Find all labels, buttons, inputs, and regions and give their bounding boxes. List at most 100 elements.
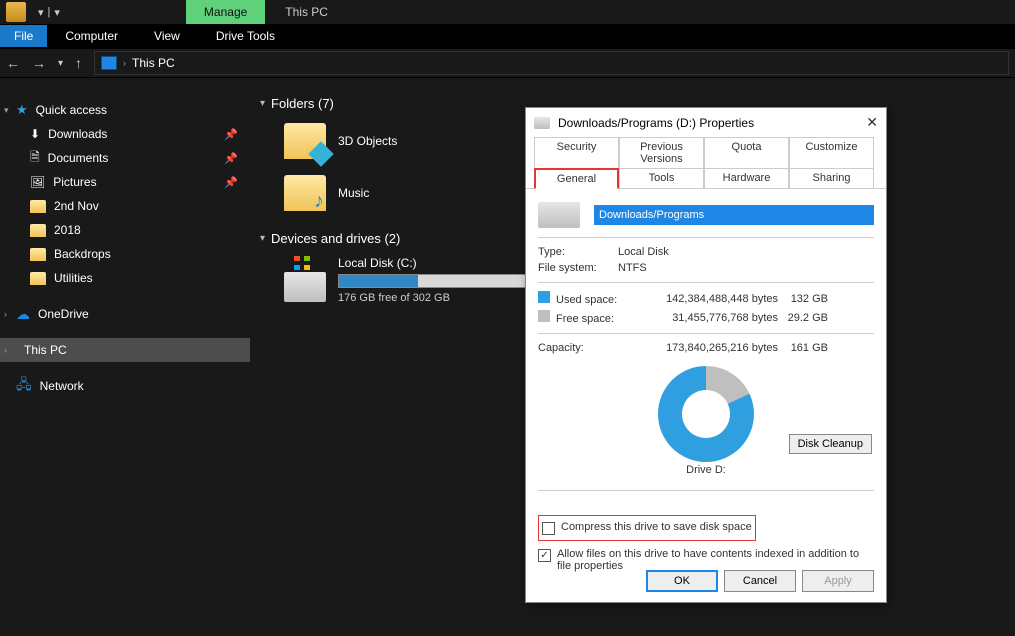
group-title: Devices and drives (2) — [271, 231, 400, 246]
index-label: Allow files on this drive to have conten… — [557, 548, 874, 572]
free-space-label: Free space: — [538, 310, 618, 325]
manage-context-tab[interactable]: Manage — [186, 0, 265, 24]
qat-overflow-icon[interactable]: ▾ — [54, 6, 60, 19]
sidebar-item-2nd-nov[interactable]: 2nd Nov — [0, 194, 250, 218]
sidebar-item-label: Downloads — [48, 127, 107, 141]
apply-button[interactable]: Apply — [802, 570, 874, 592]
recent-locations-icon[interactable]: ▾ — [52, 58, 69, 69]
compress-label: Compress this drive to save disk space — [561, 521, 752, 533]
checkbox-icon[interactable] — [542, 522, 555, 535]
chevron-down-icon: ▾ — [260, 233, 265, 244]
free-space-gb: 29.2 GB — [778, 312, 828, 324]
sidebar-item-utilities[interactable]: Utilities — [0, 266, 250, 290]
navigation-bar: ← → ▾ ↑ › This PC — [0, 48, 1015, 78]
drive-tools-tab[interactable]: Drive Tools — [198, 25, 293, 47]
drive-name-input[interactable] — [594, 205, 874, 225]
address-bar[interactable]: › This PC — [94, 51, 1009, 75]
tab-customize[interactable]: Customize — [789, 137, 874, 169]
sidebar-item-pictures[interactable]: 🖼Pictures📌 — [0, 170, 250, 194]
compress-highlight: Compress this drive to save disk space — [538, 515, 756, 541]
tab-security[interactable]: Security — [534, 137, 619, 169]
tab-tools[interactable]: Tools — [619, 168, 704, 189]
up-button[interactable]: ↑ — [69, 55, 88, 71]
windows-logo-icon — [294, 256, 310, 270]
disk-cleanup-button[interactable]: Disk Cleanup — [789, 434, 872, 454]
capacity-label: Capacity: — [538, 342, 618, 354]
chevron-down-icon[interactable]: ▾ — [4, 105, 9, 116]
folder-icon — [284, 175, 326, 211]
drive-icon — [534, 117, 550, 129]
folder-icon — [30, 224, 46, 237]
computer-tab[interactable]: Computer — [47, 25, 136, 47]
network-icon: 🖧 — [16, 374, 32, 398]
folder-icon — [30, 248, 46, 261]
group-title: Folders (7) — [271, 96, 334, 111]
sidebar-network[interactable]: 🖧 Network — [0, 374, 250, 398]
dialog-body: Type:Local Disk File system:NTFS Used sp… — [526, 189, 886, 585]
type-label: Type: — [538, 246, 618, 258]
tab-quota[interactable]: Quota — [704, 137, 789, 169]
tab-sharing[interactable]: Sharing — [789, 168, 874, 189]
back-button[interactable]: ← — [0, 55, 26, 71]
type-value: Local Disk — [618, 246, 874, 258]
compress-option[interactable]: Compress this drive to save disk space — [542, 518, 752, 538]
close-button[interactable]: ✕ — [866, 114, 878, 131]
picture-icon: 🖼 — [30, 175, 45, 189]
folder-music[interactable]: Music — [284, 175, 484, 211]
chevron-right-icon[interactable]: › — [4, 309, 7, 319]
sidebar-item-2018[interactable]: 2018 — [0, 218, 250, 242]
file-tab[interactable]: File — [0, 25, 47, 47]
dialog-buttons: OK Cancel Apply — [646, 570, 874, 592]
folder-icon — [30, 272, 46, 285]
used-space-label: Used space: — [538, 291, 618, 306]
filesystem-value: NTFS — [618, 262, 874, 274]
forward-button[interactable]: → — [26, 55, 52, 71]
checkbox-checked-icon[interactable]: ✓ — [538, 549, 551, 562]
properties-dialog: Downloads/Programs (D:) Properties ✕ Sec… — [525, 107, 887, 603]
view-tab[interactable]: View — [136, 25, 198, 47]
ok-button[interactable]: OK — [646, 570, 718, 592]
qat-dropdown-icon[interactable]: ▾ — [38, 6, 44, 19]
tab-general[interactable]: General — [534, 168, 619, 189]
drive-usage-bar — [338, 274, 528, 288]
breadcrumb-path[interactable]: This PC — [132, 56, 175, 70]
sidebar-onedrive[interactable]: ›☁OneDrive — [0, 302, 250, 326]
free-space-bytes: 31,455,776,768 bytes — [618, 312, 778, 324]
sidebar-this-pc[interactable]: › This PC — [0, 338, 250, 362]
tab-previous-versions[interactable]: Previous Versions — [619, 137, 704, 169]
used-space-gb: 132 GB — [778, 293, 828, 305]
pc-icon — [101, 56, 117, 70]
sidebar-item-backdrops[interactable]: Backdrops — [0, 242, 250, 266]
sidebar-quick-access[interactable]: ▾ ★ Quick access — [0, 98, 250, 122]
chevron-right-icon[interactable]: › — [4, 345, 7, 355]
folder-icon — [30, 200, 46, 213]
download-icon: ⬇ — [30, 127, 40, 141]
pin-icon: 📌 — [224, 128, 238, 141]
cancel-button[interactable]: Cancel — [724, 570, 796, 592]
folder-3d-objects[interactable]: 3D Objects — [284, 123, 484, 159]
sidebar-item-label: Backdrops — [54, 247, 111, 261]
used-space-bytes: 142,384,488,448 bytes — [618, 293, 778, 305]
app-icon — [6, 2, 26, 22]
tab-hardware[interactable]: Hardware — [704, 168, 789, 189]
drive-icon — [284, 272, 326, 302]
sidebar-item-documents[interactable]: 🗎Documents📌 — [0, 146, 250, 170]
sidebar-item-downloads[interactable]: ⬇ Downloads 📌 — [0, 122, 250, 146]
sidebar-item-label: Utilities — [54, 271, 93, 285]
drive-local-c[interactable]: Local Disk (C:) 176 GB free of 302 GB — [260, 250, 520, 304]
capacity-gb: 161 GB — [778, 342, 828, 354]
quick-access-toolbar: ▾ | ▾ — [32, 6, 66, 19]
drive-icon — [538, 202, 580, 228]
drive-free-text: 176 GB free of 302 GB — [338, 288, 528, 304]
capacity-bytes: 173,840,265,216 bytes — [618, 342, 778, 354]
dialog-tabs: Security Previous Versions Quota Customi… — [526, 137, 886, 189]
drive-name: Local Disk (C:) — [338, 256, 528, 274]
sidebar-item-label: This PC — [24, 343, 67, 357]
dialog-titlebar[interactable]: Downloads/Programs (D:) Properties ✕ — [526, 108, 886, 137]
usage-donut-chart — [658, 366, 754, 462]
window-title: This PC — [265, 5, 348, 19]
cloud-icon: ☁ — [16, 306, 30, 323]
sidebar-item-label: Network — [40, 379, 84, 393]
folder-label: Music — [338, 186, 369, 200]
star-icon: ★ — [16, 102, 28, 118]
